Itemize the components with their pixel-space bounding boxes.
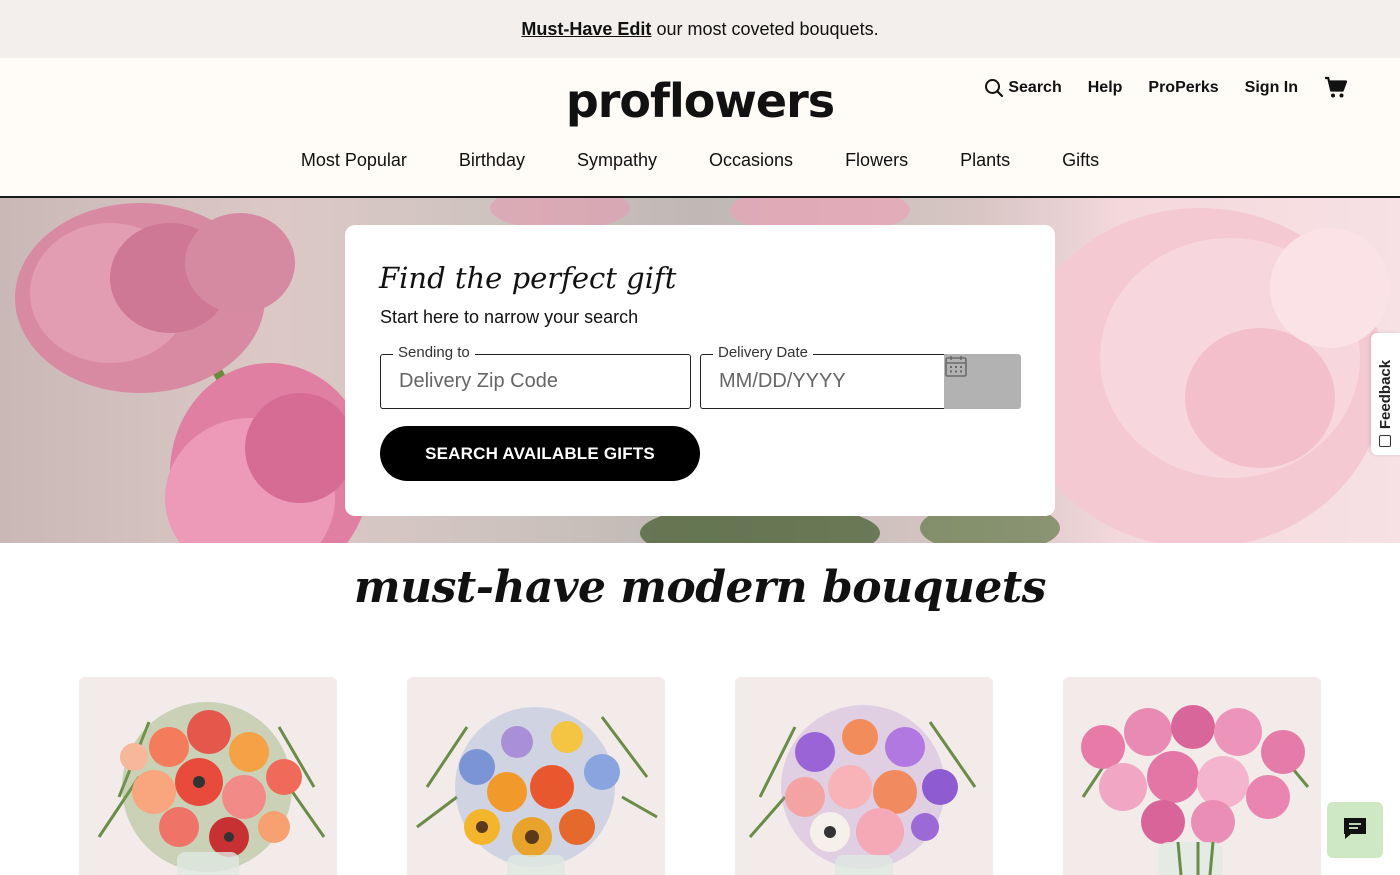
utility-nav: Search Help ProPerks Sign In (984, 76, 1348, 100)
promo-banner: Must-Have Edit our most coveted bouquets… (0, 0, 1400, 58)
gift-finder-card: Find the perfect gift Start here to narr… (345, 225, 1055, 516)
section-title: must-have modern bouquets (354, 562, 1046, 613)
calendar-button[interactable] (944, 354, 1021, 409)
nav-gifts[interactable]: Gifts (1062, 150, 1099, 171)
promo-link[interactable]: Must-Have Edit (521, 19, 651, 40)
bouquet-image (1063, 677, 1321, 875)
date-field-label: Delivery Date (713, 344, 814, 361)
bouquet-image (79, 677, 337, 875)
product-card[interactable] (735, 677, 993, 875)
properks-link[interactable]: ProPerks (1148, 79, 1218, 97)
product-card[interactable] (407, 677, 665, 875)
promo-text: our most coveted bouquets. (656, 18, 879, 39)
feedback-label: Feedback (1377, 359, 1395, 429)
zip-input[interactable] (399, 370, 649, 393)
date-input[interactable] (719, 370, 969, 393)
zip-field: Sending to (380, 344, 691, 409)
product-card[interactable] (1063, 677, 1321, 875)
gift-finder-subtitle: Start here to narrow your search (380, 307, 639, 327)
bouquet-image (735, 677, 993, 875)
help-link[interactable]: Help (1088, 79, 1123, 97)
search-label: Search (1008, 79, 1062, 96)
hero-banner: Find the perfect gift Start here to narr… (0, 198, 1400, 543)
site-header: proflowers Search Help ProPerks Sign In … (0, 58, 1400, 198)
nav-birthday[interactable]: Birthday (459, 150, 525, 171)
main-nav: Most Popular Birthday Sympathy Occasions… (0, 150, 1400, 171)
product-card[interactable] (79, 677, 337, 875)
nav-occasions[interactable]: Occasions (709, 150, 793, 171)
bouquet-image (407, 677, 665, 875)
nav-sympathy[interactable]: Sympathy (577, 150, 657, 171)
chat-icon (1341, 814, 1369, 847)
nav-flowers[interactable]: Flowers (845, 150, 908, 171)
search-gifts-button[interactable]: SEARCH AVAILABLE GIFTS (380, 426, 700, 481)
nav-most-popular[interactable]: Most Popular (301, 150, 407, 171)
date-field: Delivery Date (700, 344, 969, 409)
nav-plants[interactable]: Plants (960, 150, 1010, 171)
zip-field-label: Sending to (393, 344, 475, 361)
cart-icon[interactable] (1324, 76, 1348, 100)
gift-finder-title: Find the perfect gift (379, 261, 677, 295)
feedback-tab[interactable]: Feedback (1371, 333, 1400, 455)
signin-link[interactable]: Sign In (1245, 79, 1298, 97)
search-link[interactable]: Search (984, 78, 1062, 98)
chat-button[interactable] (1327, 802, 1383, 858)
feedback-icon (1379, 435, 1391, 447)
search-icon (984, 78, 1004, 98)
